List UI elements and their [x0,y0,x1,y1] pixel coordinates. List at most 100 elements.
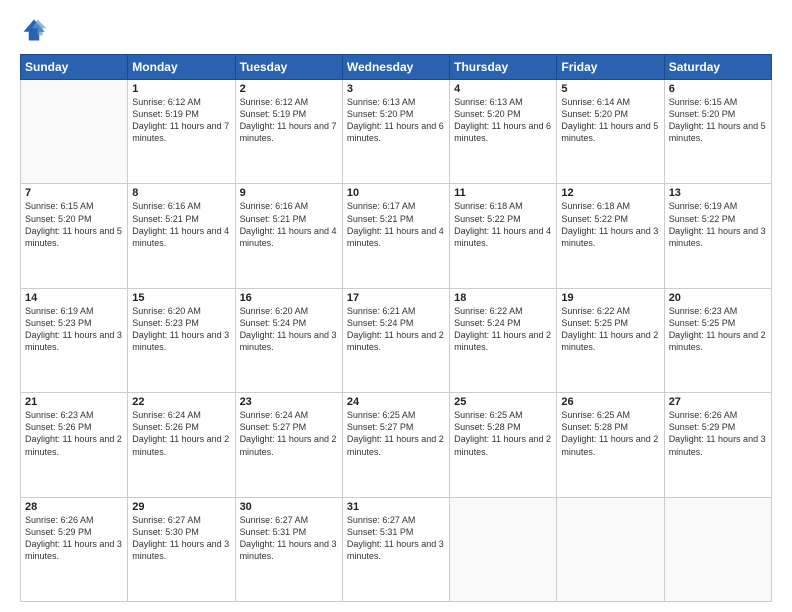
calendar-cell: 10Sunrise: 6:17 AMSunset: 5:21 PMDayligh… [342,184,449,288]
calendar-cell: 18Sunrise: 6:22 AMSunset: 5:24 PMDayligh… [450,288,557,392]
day-info: Sunrise: 6:13 AMSunset: 5:20 PMDaylight:… [454,96,552,145]
day-info: Sunrise: 6:15 AMSunset: 5:20 PMDaylight:… [669,96,767,145]
day-number: 24 [347,396,445,408]
day-number: 23 [240,396,338,408]
calendar-cell: 14Sunrise: 6:19 AMSunset: 5:23 PMDayligh… [21,288,128,392]
day-info: Sunrise: 6:12 AMSunset: 5:19 PMDaylight:… [240,96,338,145]
day-number: 31 [347,501,445,513]
calendar-cell: 23Sunrise: 6:24 AMSunset: 5:27 PMDayligh… [235,393,342,497]
calendar-cell: 4Sunrise: 6:13 AMSunset: 5:20 PMDaylight… [450,80,557,184]
calendar-cell: 12Sunrise: 6:18 AMSunset: 5:22 PMDayligh… [557,184,664,288]
day-number: 10 [347,187,445,199]
day-info: Sunrise: 6:22 AMSunset: 5:24 PMDaylight:… [454,305,552,354]
day-number: 30 [240,501,338,513]
weekday-header-wednesday: Wednesday [342,55,449,80]
calendar-cell: 24Sunrise: 6:25 AMSunset: 5:27 PMDayligh… [342,393,449,497]
calendar-cell: 8Sunrise: 6:16 AMSunset: 5:21 PMDaylight… [128,184,235,288]
day-number: 18 [454,292,552,304]
day-number: 25 [454,396,552,408]
calendar-cell [664,497,771,601]
week-row-3: 14Sunrise: 6:19 AMSunset: 5:23 PMDayligh… [21,288,772,392]
calendar-cell: 19Sunrise: 6:22 AMSunset: 5:25 PMDayligh… [557,288,664,392]
calendar-cell: 22Sunrise: 6:24 AMSunset: 5:26 PMDayligh… [128,393,235,497]
calendar-cell: 16Sunrise: 6:20 AMSunset: 5:24 PMDayligh… [235,288,342,392]
calendar-cell [21,80,128,184]
calendar-cell: 25Sunrise: 6:25 AMSunset: 5:28 PMDayligh… [450,393,557,497]
day-info: Sunrise: 6:27 AMSunset: 5:31 PMDaylight:… [240,514,338,563]
week-row-1: 1 Sunrise: 6:12 AMSunset: 5:19 PMDaylight… [21,80,772,184]
calendar-cell: 27Sunrise: 6:26 AMSunset: 5:29 PMDayligh… [664,393,771,497]
weekday-header-saturday: Saturday [664,55,771,80]
day-info: Sunrise: 6:16 AMSunset: 5:21 PMDaylight:… [132,200,230,249]
calendar-cell: 31Sunrise: 6:27 AMSunset: 5:31 PMDayligh… [342,497,449,601]
day-info: Sunrise: 6:21 AMSunset: 5:24 PMDaylight:… [347,305,445,354]
day-info: Sunrise: 6:13 AMSunset: 5:20 PMDaylight:… [347,96,445,145]
day-info: Sunrise: 6:26 AMSunset: 5:29 PMDaylight:… [669,409,767,458]
day-info: Sunrise: 6:26 AMSunset: 5:29 PMDaylight:… [25,514,123,563]
day-number: 6 [669,83,767,95]
day-info: Sunrise: 6:18 AMSunset: 5:22 PMDaylight:… [561,200,659,249]
day-number: 14 [25,292,123,304]
calendar-cell: 13Sunrise: 6:19 AMSunset: 5:22 PMDayligh… [664,184,771,288]
day-info: Sunrise: 6:15 AMSunset: 5:20 PMDaylight:… [25,200,123,249]
calendar-cell: 30Sunrise: 6:27 AMSunset: 5:31 PMDayligh… [235,497,342,601]
calendar-cell: 11Sunrise: 6:18 AMSunset: 5:22 PMDayligh… [450,184,557,288]
calendar-header: SundayMondayTuesdayWednesdayThursdayFrid… [21,55,772,80]
day-number: 2 [240,83,338,95]
calendar-cell: 3Sunrise: 6:13 AMSunset: 5:20 PMDaylight… [342,80,449,184]
calendar-cell: 26Sunrise: 6:25 AMSunset: 5:28 PMDayligh… [557,393,664,497]
day-number: 29 [132,501,230,513]
day-info: Sunrise: 6:16 AMSunset: 5:21 PMDaylight:… [240,200,338,249]
day-number: 12 [561,187,659,199]
weekday-header-sunday: Sunday [21,55,128,80]
calendar-cell: 9Sunrise: 6:16 AMSunset: 5:21 PMDaylight… [235,184,342,288]
day-number: 16 [240,292,338,304]
day-info: Sunrise: 6:20 AMSunset: 5:23 PMDaylight:… [132,305,230,354]
week-row-2: 7Sunrise: 6:15 AMSunset: 5:20 PMDaylight… [21,184,772,288]
calendar-cell: 17Sunrise: 6:21 AMSunset: 5:24 PMDayligh… [342,288,449,392]
day-number: 8 [132,187,230,199]
calendar-cell: 28Sunrise: 6:26 AMSunset: 5:29 PMDayligh… [21,497,128,601]
day-info: Sunrise: 6:23 AMSunset: 5:26 PMDaylight:… [25,409,123,458]
day-number: 11 [454,187,552,199]
day-number: 17 [347,292,445,304]
day-number: 4 [454,83,552,95]
day-number: 20 [669,292,767,304]
calendar-cell: 21Sunrise: 6:23 AMSunset: 5:26 PMDayligh… [21,393,128,497]
day-number: 27 [669,396,767,408]
weekday-header-friday: Friday [557,55,664,80]
day-number: 22 [132,396,230,408]
calendar-cell: 7Sunrise: 6:15 AMSunset: 5:20 PMDaylight… [21,184,128,288]
day-info: Sunrise: 6:24 AMSunset: 5:27 PMDaylight:… [240,409,338,458]
day-number: 21 [25,396,123,408]
day-number: 5 [561,83,659,95]
weekday-header-thursday: Thursday [450,55,557,80]
calendar-body: 1 Sunrise: 6:12 AMSunset: 5:19 PMDaylight… [21,80,772,602]
calendar-cell [557,497,664,601]
calendar-cell: 5Sunrise: 6:14 AMSunset: 5:20 PMDaylight… [557,80,664,184]
calendar-cell: 20Sunrise: 6:23 AMSunset: 5:25 PMDayligh… [664,288,771,392]
header [20,16,772,44]
day-info: Sunrise: 6:25 AMSunset: 5:28 PMDaylight:… [454,409,552,458]
calendar-table: SundayMondayTuesdayWednesdayThursdayFrid… [20,54,772,602]
day-info: Sunrise: 6:14 AMSunset: 5:20 PMDaylight:… [561,96,659,145]
calendar-cell: 29Sunrise: 6:27 AMSunset: 5:30 PMDayligh… [128,497,235,601]
calendar-cell: 2Sunrise: 6:12 AMSunset: 5:19 PMDaylight… [235,80,342,184]
weekday-header-monday: Monday [128,55,235,80]
day-number: 26 [561,396,659,408]
day-info: Sunrise: 6:27 AMSunset: 5:31 PMDaylight:… [347,514,445,563]
weekday-row: SundayMondayTuesdayWednesdayThursdayFrid… [21,55,772,80]
day-number: 9 [240,187,338,199]
week-row-4: 21Sunrise: 6:23 AMSunset: 5:26 PMDayligh… [21,393,772,497]
calendar-cell: 1Sunrise: 6:12 AMSunset: 5:19 PMDaylight… [128,80,235,184]
day-number: 3 [347,83,445,95]
day-info: Sunrise: 6:25 AMSunset: 5:28 PMDaylight:… [561,409,659,458]
day-info: Sunrise: 6:27 AMSunset: 5:30 PMDaylight:… [132,514,230,563]
day-number: 1 [132,83,230,95]
day-info: Sunrise: 6:22 AMSunset: 5:25 PMDaylight:… [561,305,659,354]
logo [20,16,52,44]
day-number: 13 [669,187,767,199]
week-row-5: 28Sunrise: 6:26 AMSunset: 5:29 PMDayligh… [21,497,772,601]
day-info: Sunrise: 6:24 AMSunset: 5:26 PMDaylight:… [132,409,230,458]
weekday-header-tuesday: Tuesday [235,55,342,80]
